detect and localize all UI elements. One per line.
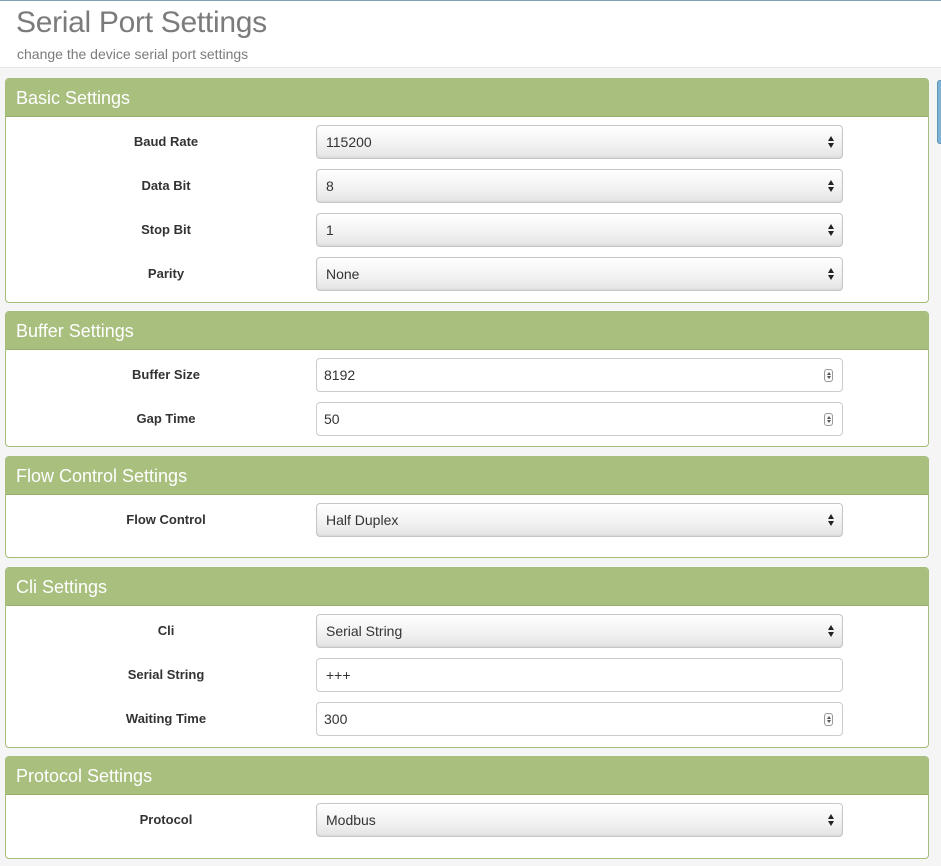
serial-string-row: Serial String +++ [6,658,928,702]
stop-bit-row: Stop Bit 1 [6,213,928,257]
updown-arrows-icon [828,813,836,827]
waiting-time-value: 300 [324,711,348,727]
spinner-icon[interactable] [824,369,833,382]
baud-rate-value: 115200 [326,134,372,150]
waiting-time-label: Waiting Time [125,711,207,726]
updown-arrows-icon [828,513,836,527]
gap-time-value: 50 [324,411,340,427]
stop-bit-value: 1 [326,222,334,238]
panel-heading: Basic Settings [6,79,928,117]
parity-value: None [326,266,360,282]
updown-arrows-icon [828,135,836,149]
flow-control-label: Flow Control [126,512,206,527]
cli-select[interactable]: Serial String [316,614,843,648]
protocol-row: Protocol Modbus [6,803,928,847]
gap-time-input[interactable]: 50 [316,402,843,436]
gap-time-label: Gap Time [136,411,196,426]
basic-settings-panel: Basic Settings Baud Rate 115200 Data Bit… [5,78,929,303]
updown-arrows-icon [828,179,836,193]
cli-label: Cli [157,623,175,638]
data-bit-row: Data Bit 8 [6,169,928,213]
flow-control-value: Half Duplex [326,512,399,528]
waiting-time-row: Waiting Time 300 [6,702,928,746]
parity-row: Parity None [6,257,928,301]
spinner-icon[interactable] [824,713,833,726]
protocol-select[interactable]: Modbus [316,803,843,837]
stop-bit-label: Stop Bit [141,222,191,237]
page-subtitle: change the device serial port settings [17,46,249,62]
updown-arrows-icon [828,223,836,237]
side-panel-tab[interactable] [937,80,941,144]
spinner-icon[interactable] [824,413,833,426]
data-bit-value: 8 [326,178,334,194]
parity-label: Parity [147,266,185,281]
buffer-size-row: Buffer Size 8192 [6,358,928,402]
buffer-settings-panel: Buffer Settings Buffer Size 8192 Gap Tim… [5,311,929,447]
panel-heading: Flow Control Settings [6,457,928,495]
parity-select[interactable]: None [316,257,843,291]
buffer-size-label: Buffer Size [132,367,200,382]
serial-string-input[interactable]: +++ [316,658,843,692]
updown-arrows-icon [828,624,836,638]
cli-settings-panel: Cli Settings Cli Serial String Serial St… [5,567,929,748]
data-bit-select[interactable]: 8 [316,169,843,203]
buffer-size-value: 8192 [324,367,356,383]
serial-string-label: Serial String [127,667,205,682]
baud-rate-row: Baud Rate 115200 [6,125,928,169]
data-bit-label: Data Bit [141,178,191,193]
panel-heading: Buffer Settings [6,312,928,350]
gap-time-row: Gap Time 50 [6,402,928,446]
buffer-size-input[interactable]: 8192 [316,358,843,392]
protocol-value: Modbus [326,812,376,828]
cli-value: Serial String [326,623,403,639]
flow-control-row: Flow Control Half Duplex [6,503,928,547]
baud-rate-label: Baud Rate [133,134,199,149]
stop-bit-select[interactable]: 1 [316,213,843,247]
flow-control-settings-panel: Flow Control Settings Flow Control Half … [5,456,929,558]
protocol-settings-panel: Protocol Settings Protocol Modbus [5,756,929,859]
serial-string-value: +++ [326,667,351,683]
waiting-time-input[interactable]: 300 [316,702,843,736]
protocol-label: Protocol [139,812,193,827]
panel-heading: Cli Settings [6,568,928,606]
updown-arrows-icon [828,267,836,281]
page-header: Serial Port Settings change the device s… [0,1,941,68]
panel-heading: Protocol Settings [6,757,928,795]
baud-rate-select[interactable]: 115200 [316,125,843,159]
flow-control-select[interactable]: Half Duplex [316,503,843,537]
page-title: Serial Port Settings [16,6,267,39]
cli-row: Cli Serial String [6,614,928,658]
